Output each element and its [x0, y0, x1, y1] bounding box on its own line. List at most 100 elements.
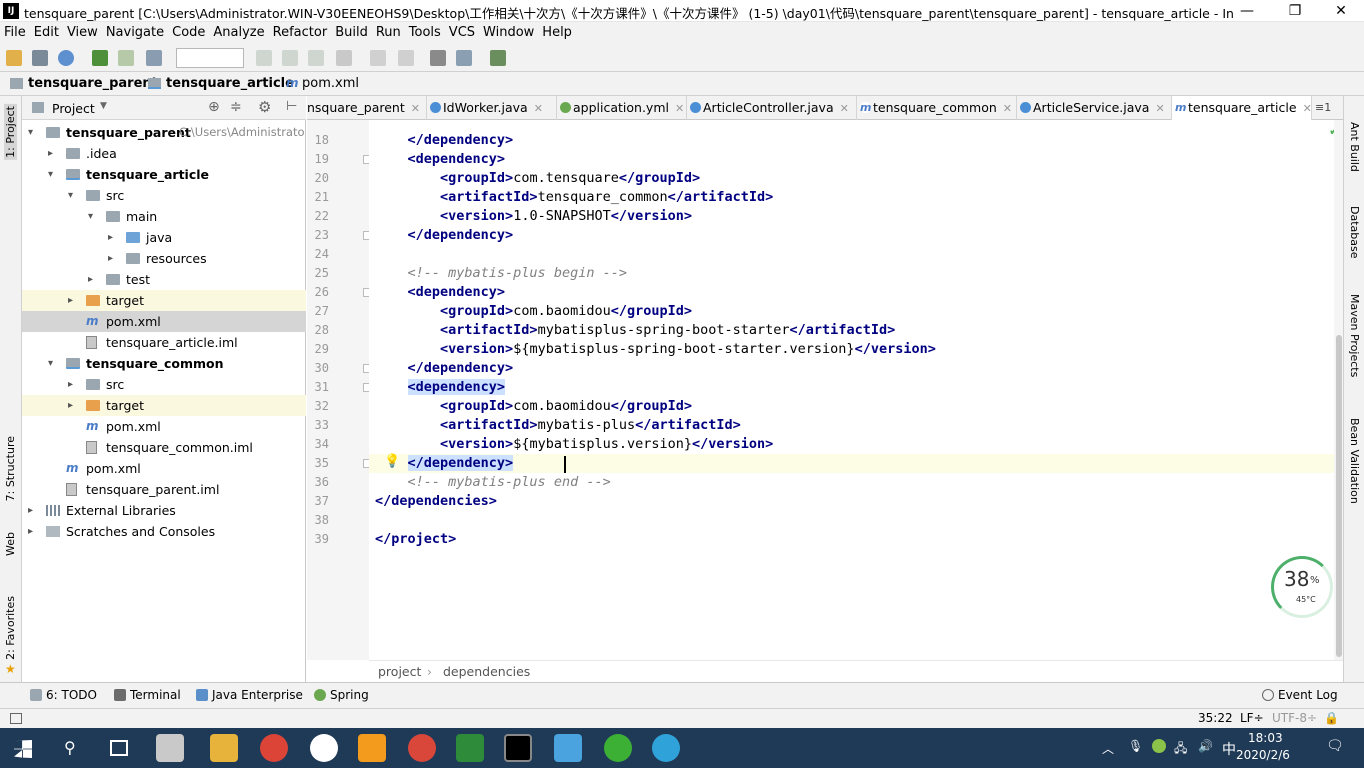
run-config-dropdown[interactable]: [176, 48, 244, 68]
tree-item[interactable]: ▾ tensquare_article: [22, 164, 306, 185]
tray-chevron-icon[interactable]: ︿: [1102, 740, 1114, 757]
code-line[interactable]: </project>: [375, 530, 456, 549]
tray-app-icon[interactable]: [1152, 739, 1166, 753]
maven-projects-tool-button[interactable]: Maven Projects: [1348, 294, 1361, 377]
vcs-update-icon[interactable]: [370, 50, 386, 66]
tab-tensquare-parent[interactable]: nsquare_parent ✕: [307, 96, 427, 120]
maximize-button[interactable]: ❐: [1272, 0, 1318, 22]
database-tool-button[interactable]: Database: [1348, 206, 1361, 259]
tree-item[interactable]: ▸ test: [22, 269, 306, 290]
sync-icon[interactable]: [58, 50, 74, 66]
collapse-all-icon[interactable]: ≑: [230, 99, 242, 115]
chevron-down-icon[interactable]: ▾: [28, 122, 33, 143]
tree-item[interactable]: ▸ .idea: [22, 143, 306, 164]
settings-wrench-icon[interactable]: [430, 50, 446, 66]
menu-file[interactable]: File: [0, 22, 30, 44]
lock-icon[interactable]: 🔒: [1324, 711, 1339, 725]
chevron-down-icon[interactable]: ▾: [88, 206, 93, 227]
tree-item[interactable]: ▾ main: [22, 206, 306, 227]
tree-item[interactable]: ▸ java: [22, 227, 306, 248]
locate-target-icon[interactable]: ⊕: [208, 99, 220, 115]
chevron-right-icon[interactable]: ▸: [88, 269, 93, 290]
menu-view[interactable]: View: [63, 22, 102, 44]
menu-run[interactable]: Run: [372, 22, 405, 44]
notification-icon[interactable]: 🗨: [1326, 738, 1344, 754]
app-icon-1[interactable]: [156, 734, 184, 762]
code-line[interactable]: </dependency>: [375, 131, 514, 150]
wechat-icon[interactable]: [604, 734, 632, 762]
gear-icon[interactable]: ⚙: [258, 98, 271, 116]
tab-overflow-button[interactable]: ≡1: [1315, 101, 1331, 114]
app-icon-blue[interactable]: [554, 734, 582, 762]
structure-tool-button[interactable]: 7: Structure: [4, 436, 17, 501]
tree-item[interactable]: ▾ tensquare_parent C:\Users\Administrato: [22, 122, 306, 143]
ime-indicator[interactable]: 中: [1222, 739, 1236, 759]
menu-window[interactable]: Window: [479, 22, 538, 44]
code-line[interactable]: <version>1.0-SNAPSHOT</version>: [375, 207, 692, 226]
code-line[interactable]: <artifactId>mybatis-plus</artifactId>: [375, 416, 741, 435]
code-line[interactable]: <dependency>: [375, 378, 506, 397]
code-line[interactable]: <version>${mybatisplus.version}</version…: [375, 435, 773, 454]
search-icon[interactable]: ⚲: [64, 738, 76, 757]
code-line[interactable]: <!-- mybatis-plus end -->: [375, 473, 611, 492]
tree-item[interactable]: ▾ src: [22, 185, 306, 206]
scrollbar-thumb[interactable]: [1336, 335, 1342, 657]
hide-panel-icon[interactable]: ⊢: [286, 99, 297, 114]
tree-item[interactable]: ▾ tensquare_common: [22, 353, 306, 374]
app-icon-clock[interactable]: [310, 734, 338, 762]
menu-code[interactable]: Code: [168, 22, 209, 44]
clock-time[interactable]: 18:03: [1248, 731, 1283, 745]
stop-icon[interactable]: [336, 50, 352, 66]
menu-edit[interactable]: Edit: [30, 22, 63, 44]
tree-item[interactable]: tensquare_common.iml: [22, 437, 306, 458]
code-line[interactable]: <groupId>com.tensquare</groupId>: [375, 169, 700, 188]
tab-tensquare-common[interactable]: m tensquare_common ✕: [857, 96, 1017, 120]
menu-build[interactable]: Build: [331, 22, 372, 44]
app-icon-orange[interactable]: [358, 734, 386, 762]
lightbulb-icon[interactable]: 💡: [384, 454, 400, 469]
code-line[interactable]: <dependency>: [375, 150, 506, 169]
chevron-right-icon[interactable]: ▸: [28, 521, 33, 542]
chevron-right-icon[interactable]: ▸: [68, 374, 73, 395]
tab-articlecontroller-java[interactable]: ArticleController.java ✕: [687, 96, 857, 120]
caret-position[interactable]: 35:22: [1198, 711, 1233, 725]
project-view-title[interactable]: Project: [52, 101, 95, 116]
file-explorer-icon[interactable]: [210, 734, 238, 762]
chevron-down-icon[interactable]: ▼: [100, 101, 107, 111]
close-icon[interactable]: ✕: [675, 102, 684, 115]
chrome-icon[interactable]: [260, 734, 288, 762]
task-view-icon[interactable]: [110, 740, 128, 756]
code-line[interactable]: <groupId>com.baomidou</groupId>: [375, 397, 692, 416]
spring-tool-button[interactable]: Spring: [314, 688, 369, 702]
close-icon[interactable]: ✕: [1155, 102, 1164, 115]
tab-articleservice-java[interactable]: ArticleService.java ✕: [1017, 96, 1172, 120]
close-icon[interactable]: ✕: [534, 102, 543, 115]
close-button[interactable]: ✕: [1318, 0, 1364, 22]
tab-idworker-java[interactable]: IdWorker.java ✕: [427, 96, 557, 120]
debug-icon[interactable]: [282, 50, 298, 66]
app-icon-red[interactable]: [408, 734, 436, 762]
close-icon[interactable]: ✕: [1003, 102, 1012, 115]
event-log-tool-button[interactable]: Event Log: [1262, 688, 1338, 702]
file-encoding[interactable]: UTF-8÷: [1272, 711, 1317, 725]
code-line[interactable]: </dependency>: [375, 226, 514, 245]
ant-build-tool-button[interactable]: Ant Build: [1348, 122, 1361, 172]
tab-tensquare-article[interactable]: m tensquare_article ✕: [1172, 96, 1312, 120]
open-folder-icon[interactable]: [6, 50, 22, 66]
back-arrow-icon[interactable]: [92, 50, 108, 66]
app-icon-search[interactable]: [652, 734, 680, 762]
chevron-right-icon[interactable]: ▸: [108, 227, 113, 248]
nav-crumb-article[interactable]: tensquare_article: [166, 76, 294, 91]
coverage-icon[interactable]: [308, 50, 324, 66]
code-line[interactable]: <artifactId>mybatisplus-spring-boot-star…: [375, 321, 895, 340]
menu-analyze[interactable]: Analyze: [209, 22, 268, 44]
clock-date[interactable]: 2020/2/6: [1236, 748, 1290, 762]
close-icon[interactable]: ✕: [411, 102, 420, 115]
tree-item[interactable]: ▸ target: [22, 290, 306, 311]
tree-item[interactable]: ▸ Scratches and Consoles: [22, 521, 306, 542]
chevron-down-icon[interactable]: ▾: [68, 185, 73, 206]
tree-item[interactable]: tensquare_article.iml: [22, 332, 306, 353]
chevron-right-icon[interactable]: ▸: [68, 395, 73, 416]
tree-item[interactable]: m pom.xml: [22, 458, 306, 479]
intellij-taskbar-icon[interactable]: [504, 734, 532, 762]
